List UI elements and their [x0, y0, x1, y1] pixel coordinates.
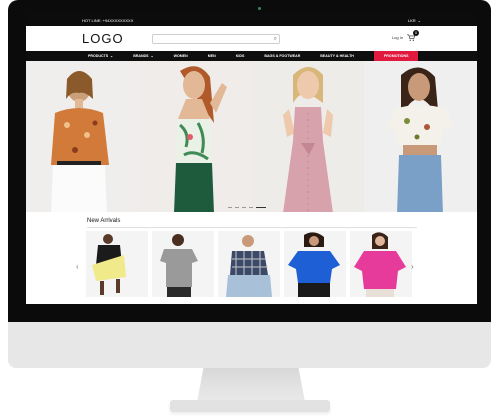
product-image-plaid-shirt — [226, 235, 272, 297]
slider-dots — [228, 206, 266, 208]
model-crop-top-image — [384, 67, 453, 212]
nav-item-brands[interactable]: BRANDS ⌄ — [133, 54, 153, 58]
nav-item-beauty-health[interactable]: BEAUTY & HEALTH — [320, 54, 354, 58]
chevron-down-icon: ⌄ — [110, 54, 114, 58]
slider-dot[interactable] — [242, 206, 246, 208]
search-icon[interactable]: ⌕ — [274, 35, 277, 43]
cart-button[interactable]: 0 — [407, 30, 419, 41]
monitor-stand — [197, 368, 305, 402]
nav-item-bags-footwear[interactable]: BAGS & FOOTWEAR — [264, 54, 300, 58]
product-card[interactable] — [284, 231, 346, 297]
chevron-left-icon[interactable]: ‹ — [76, 262, 79, 271]
slider-dot[interactable] — [228, 206, 232, 208]
monitor-base — [170, 400, 330, 412]
hero-slide-image[interactable] — [26, 61, 139, 212]
camera-led — [258, 7, 261, 10]
site-logo[interactable]: LOGO — [82, 31, 152, 46]
cart-count-badge: 0 — [413, 30, 419, 36]
main-nav: PRODUCTS ⌄ BRANDS ⌄ WOMEN MEN KIDS BAGS & … — [26, 51, 477, 61]
slider-dot[interactable] — [235, 206, 239, 208]
top-bar: HOT LINE: +94XXXXXXXXX LKR ⌄ — [26, 14, 477, 26]
product-card[interactable] — [218, 231, 280, 297]
hero-slide-image[interactable] — [138, 61, 252, 212]
slider-dot[interactable] — [249, 206, 253, 208]
divider — [87, 227, 417, 228]
model-halter-top-image — [174, 66, 228, 212]
chevron-down-icon: ⌄ — [417, 17, 421, 23]
currency-selector[interactable]: LKR ⌄ — [408, 18, 421, 23]
product-image-blue-blouse — [288, 232, 340, 297]
account-area: Log In 0 — [392, 30, 419, 41]
nav-item-kids[interactable]: KIDS — [236, 54, 245, 58]
product-image-pink-blouse — [354, 232, 406, 297]
model-floral-blouse-image — [51, 71, 110, 212]
product-card[interactable] — [152, 231, 214, 297]
new-arrivals-section: New Arrivals ‹ › — [26, 212, 477, 304]
search-input[interactable]: ⌕ — [152, 33, 280, 44]
nav-item-products[interactable]: PRODUCTS ⌄ — [88, 54, 113, 58]
model-pink-dress-image — [282, 67, 333, 212]
hero-slide-image[interactable] — [364, 61, 477, 212]
site-header: LOGO ⌕ Log In 0 — [26, 26, 477, 51]
currency-label: LKR — [407, 17, 416, 23]
hotline-text: HOT LINE: +94XXXXXXXXX — [82, 17, 134, 23]
chevron-right-icon[interactable]: › — [411, 262, 414, 271]
product-card[interactable] — [350, 231, 412, 297]
product-card[interactable] — [86, 231, 148, 297]
product-image-yellow-shorts — [92, 234, 126, 295]
nav-item-men[interactable]: MEN — [208, 54, 216, 58]
chevron-down-icon: ⌄ — [150, 54, 154, 58]
login-link[interactable]: Log In — [392, 35, 403, 40]
product-image-grey-tshirt — [160, 234, 198, 297]
product-carousel — [86, 231, 412, 297]
hero-slide-image[interactable] — [251, 61, 365, 212]
hero-slider[interactable] — [26, 61, 477, 212]
slider-dot-active[interactable] — [256, 206, 266, 208]
section-title: New Arrivals — [87, 218, 121, 224]
monitor-chin — [8, 322, 491, 368]
nav-item-women[interactable]: WOMEN — [174, 54, 188, 58]
website-screen: HOT LINE: +94XXXXXXXXX LKR ⌄ LOGO ⌕ Log … — [26, 14, 477, 304]
nav-item-promotions[interactable]: PROMOTIONS — [373, 51, 419, 61]
